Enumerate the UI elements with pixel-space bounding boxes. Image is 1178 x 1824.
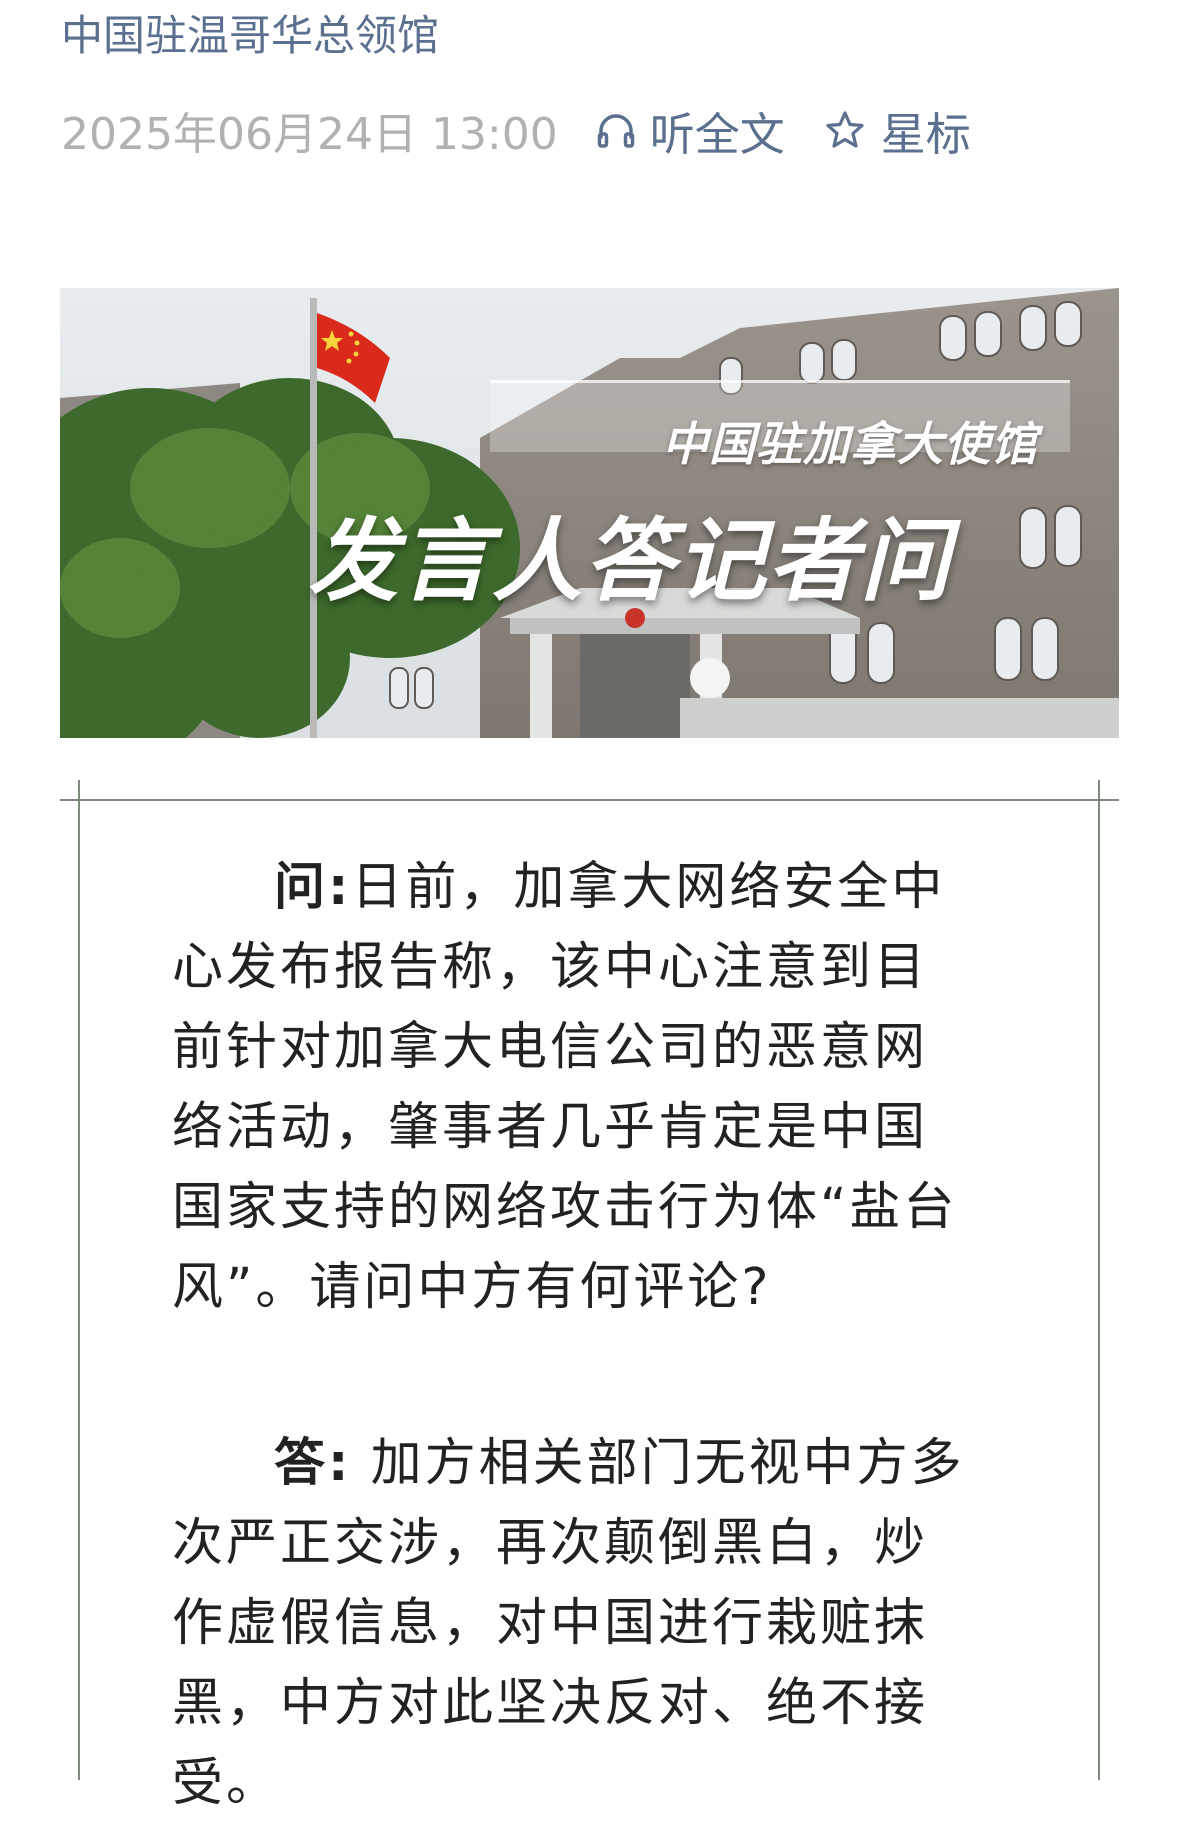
listen-full-text-button[interactable]: 听全文 [596, 98, 785, 163]
question-label: 问: [274, 858, 352, 917]
article-meta: 2025年06月24日 13:00 听全文 星标 [61, 98, 971, 163]
banner-subtitle: 中国驻加拿大使馆 [662, 417, 1038, 471]
frame-border-left [78, 780, 80, 1780]
publish-date: 2025年06月24日 13:00 [61, 109, 558, 160]
frame-divider [60, 799, 1119, 801]
question-text: 日前，加拿大网络安全中心发布报告称，该中心注意到目前针对加拿大电信公司的恶意网络… [172, 858, 958, 1317]
question-paragraph: 问:日前，加拿大网络安全中心发布报告称，该中心注意到目前针对加拿大电信公司的恶意… [172, 848, 972, 1328]
answer-label: 答: [274, 1434, 352, 1493]
answer-paragraph: 答: 加方相关部门无视中方多次严正交涉，再次颠倒黑白，炒作虚假信息，对中国进行栽… [172, 1424, 972, 1824]
headphones-icon [596, 110, 650, 150]
banner-image: 中国驻加拿大使馆 发言人答记者问 [60, 288, 1119, 738]
account-name[interactable]: 中国驻温哥华总领馆 [61, 8, 439, 64]
star-button[interactable]: 星标 [825, 98, 971, 163]
frame-border-right [1098, 780, 1100, 1780]
listen-label: 听全文 [649, 107, 785, 161]
star-label: 星标 [880, 107, 971, 161]
banner-title: 发言人答记者问 [308, 509, 952, 614]
star-icon [825, 110, 881, 150]
